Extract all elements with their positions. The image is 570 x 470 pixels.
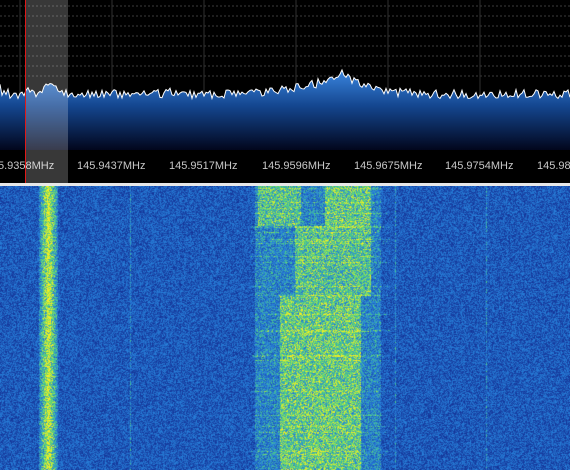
frequency-axis: 5.9358MHz 145.9437MHz 145.9517MHz 145.95… xyxy=(0,150,570,183)
spectrum-plot xyxy=(0,0,570,150)
freq-label: 145.9517MHz xyxy=(169,160,238,172)
freq-label: 145.9596MHz xyxy=(262,160,331,172)
waterfall-display[interactable] xyxy=(0,186,570,470)
freq-label: 145.9754MHz xyxy=(445,160,514,172)
waterfall-canvas xyxy=(0,186,570,470)
freq-label: 145.98 xyxy=(537,160,570,172)
spectrum-fill xyxy=(0,69,570,150)
freq-label: 145.9437MHz xyxy=(77,160,146,172)
filter-passband[interactable] xyxy=(25,0,68,183)
tuning-marker[interactable] xyxy=(25,0,26,183)
spectrum-display[interactable] xyxy=(0,0,570,150)
freq-label: 145.9675MHz xyxy=(354,160,423,172)
